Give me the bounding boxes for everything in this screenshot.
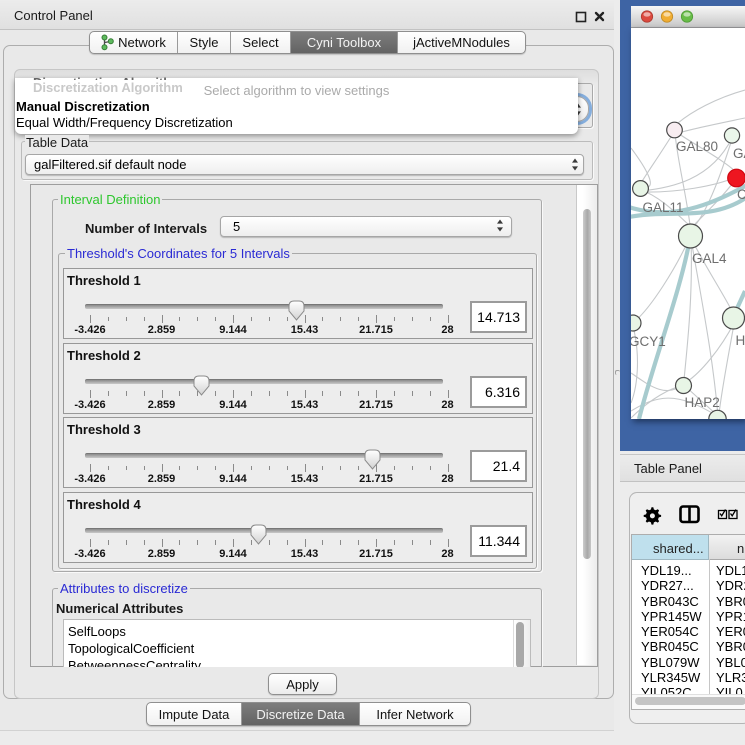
svg-text:HAP2: HAP2: [685, 395, 720, 410]
svg-text:GAL2: GAL2: [733, 146, 745, 161]
svg-text:GAL11: GAL11: [643, 200, 684, 215]
svg-text:GAL4: GAL4: [692, 251, 727, 266]
svg-text:CRP1: CRP1: [737, 187, 745, 202]
svg-text:GCY1: GCY1: [631, 334, 666, 349]
svg-text:H: H: [736, 333, 745, 348]
svg-text:GAL80: GAL80: [676, 139, 718, 154]
